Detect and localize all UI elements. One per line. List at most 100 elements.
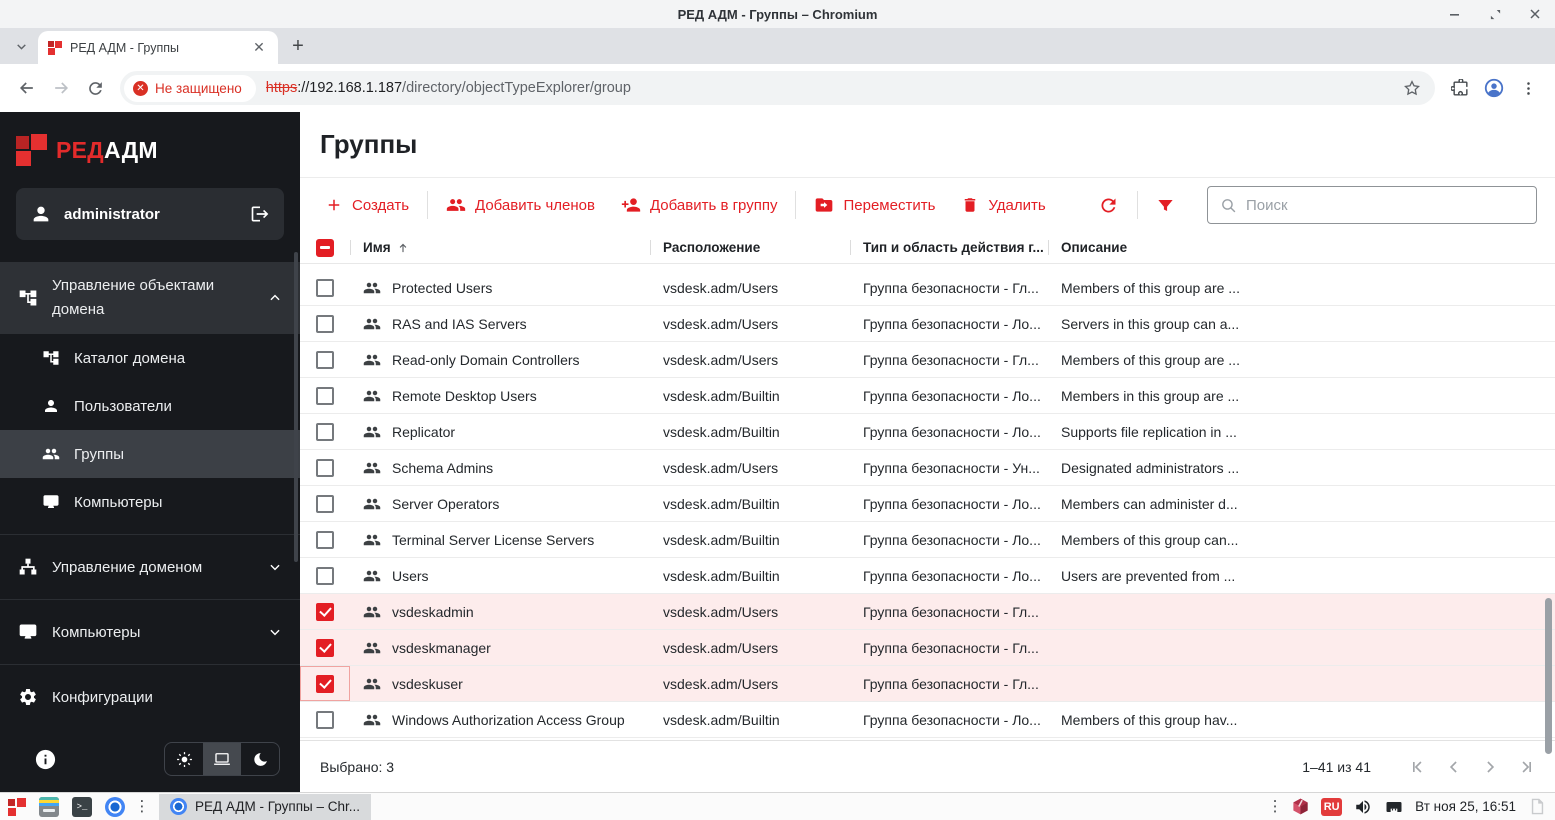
row-checkbox[interactable] (316, 458, 334, 477)
profile-icon[interactable] (1477, 71, 1511, 105)
table-row[interactable]: Protected Users vsdesk.adm/Users Группа … (300, 270, 1555, 306)
group-location: vsdesk.adm/Builtin (663, 531, 780, 548)
filter-icon[interactable] (1143, 187, 1188, 223)
first-page-icon[interactable] (1405, 754, 1431, 780)
table-row[interactable]: vsdeskadmin vsdesk.adm/Users Группа безо… (300, 594, 1555, 630)
file-manager-icon[interactable] (39, 796, 59, 817)
browser-tab[interactable]: РЕД АДМ - Группы ✕ (38, 31, 278, 64)
table-row[interactable]: Read-only Domain Controllers vsdesk.adm/… (300, 342, 1555, 378)
chromium-icon[interactable] (105, 796, 125, 817)
row-checkbox[interactable] (316, 422, 334, 441)
search-input[interactable] (1246, 196, 1524, 214)
table-row[interactable]: Server Operators vsdesk.adm/Builtin Груп… (300, 486, 1555, 522)
group-location: vsdesk.adm/Users (663, 603, 779, 620)
restore-icon[interactable] (1487, 6, 1503, 22)
software-center-icon[interactable] (1290, 797, 1310, 817)
add-members-button[interactable]: Добавить членов (433, 187, 608, 223)
bookmark-star-icon[interactable] (1397, 79, 1427, 97)
keyboard-layout-badge[interactable]: RU (1321, 797, 1343, 816)
sidebar-item-domain-objects[interactable]: Управление объектами домена (0, 262, 300, 334)
sidebar-item-domain-catalog[interactable]: Каталог домена (0, 334, 300, 382)
clock[interactable]: Вт ноя 25, 16:51 (1415, 799, 1516, 814)
create-button[interactable]: Создать (312, 187, 422, 223)
select-all-checkbox[interactable] (316, 238, 334, 257)
user-card[interactable]: administrator (16, 188, 284, 240)
start-menu-icon[interactable] (8, 797, 26, 816)
sidebar-item-computers[interactable]: Компьютеры (0, 608, 300, 656)
row-checkbox[interactable] (316, 602, 334, 621)
sidebar-item-computers-sub[interactable]: Компьютеры (0, 478, 300, 526)
row-checkbox[interactable] (316, 314, 334, 333)
group-type: Группа безопасности - Ло... (863, 711, 1041, 728)
column-header-location[interactable]: Расположение (650, 240, 850, 255)
sidebar-footer (0, 734, 300, 792)
group-icon (363, 390, 381, 401)
url-bar[interactable]: ✕ Не защищено https://192.168.1.187/dire… (120, 71, 1435, 105)
sidebar: РЕДАДМ administrator Управление объектам… (0, 112, 300, 792)
sidebar-item-domain-management[interactable]: Управление доменом (0, 543, 300, 591)
delete-button[interactable]: Удалить (948, 187, 1058, 223)
desktop: РЕД АДМ - Группы – Chromium РЕД АДМ - Гр… (0, 0, 1555, 820)
row-checkbox[interactable] (316, 386, 334, 405)
table-row[interactable]: Remote Desktop Users vsdesk.adm/Builtin … (300, 378, 1555, 414)
info-icon[interactable] (34, 748, 57, 771)
table-row[interactable]: Windows Authorization Access Group vsdes… (300, 702, 1555, 738)
browser-menu-icon[interactable] (1511, 71, 1545, 105)
sidebar-item-users[interactable]: Пользователи (0, 382, 300, 430)
sidebar-item-configurations[interactable]: Конфигурации (0, 673, 300, 721)
table-row[interactable]: Schema Admins vsdesk.adm/Users Группа бе… (300, 450, 1555, 486)
column-header-description[interactable]: Описание (1048, 240, 1244, 255)
row-checkbox[interactable] (316, 494, 334, 513)
reload-icon[interactable] (78, 71, 112, 105)
extensions-icon[interactable] (1443, 71, 1477, 105)
minimize-icon[interactable] (1447, 6, 1463, 22)
last-page-icon[interactable] (1513, 754, 1539, 780)
search-box[interactable] (1207, 186, 1537, 224)
table-row[interactable]: vsdeskmanager vsdesk.adm/Users Группа бе… (300, 630, 1555, 666)
close-icon[interactable] (1527, 6, 1543, 22)
volume-icon[interactable] (1353, 797, 1373, 817)
new-tab-button[interactable]: + (284, 32, 312, 60)
group-icon (363, 498, 381, 509)
action-bar: Создать Добавить членов Добавить в групп… (300, 178, 1555, 232)
security-chip[interactable]: ✕ Не защищено (124, 74, 256, 102)
add-to-group-button[interactable]: Добавить в группу (608, 187, 791, 223)
tab-search-icon[interactable] (8, 33, 34, 59)
theme-switcher (164, 742, 280, 776)
table-scrollbar[interactable] (1545, 598, 1552, 754)
terminal-icon[interactable]: >_ (72, 796, 92, 817)
row-checkbox[interactable] (316, 350, 334, 369)
network-icon[interactable] (1384, 797, 1404, 817)
table-row[interactable]: Terminal Server License Servers vsdesk.a… (300, 522, 1555, 558)
table-row[interactable]: Replicator vsdesk.adm/Builtin Группа без… (300, 414, 1555, 450)
clipboard-icon[interactable] (1527, 797, 1547, 817)
row-checkbox[interactable] (316, 530, 334, 549)
sidebar-item-groups[interactable]: Группы (0, 430, 300, 478)
back-icon[interactable] (10, 71, 44, 105)
row-checkbox[interactable] (316, 566, 334, 585)
group-name: vsdeskmanager (392, 639, 491, 656)
column-header-name[interactable]: Имя (350, 240, 650, 255)
forward-icon[interactable] (44, 71, 78, 105)
gear-network-icon (18, 687, 38, 707)
sidebar-scrollbar[interactable] (294, 252, 298, 562)
row-checkbox[interactable] (316, 674, 334, 693)
next-page-icon[interactable] (1477, 754, 1503, 780)
group-location: vsdesk.adm/Builtin (663, 567, 780, 584)
prev-page-icon[interactable] (1441, 754, 1467, 780)
table-row[interactable]: vsdeskuser vsdesk.adm/Users Группа безоп… (300, 666, 1555, 702)
light-theme-icon[interactable] (165, 743, 203, 775)
active-task[interactable]: РЕД АДМ - Группы – Chr... (159, 793, 371, 820)
move-button[interactable]: Переместить (801, 187, 948, 223)
tab-close-icon[interactable]: ✕ (250, 39, 268, 57)
row-checkbox[interactable] (316, 710, 334, 729)
row-checkbox[interactable] (316, 638, 334, 657)
table-row[interactable]: RAS and IAS Servers vsdesk.adm/Users Гру… (300, 306, 1555, 342)
table-row[interactable]: Users vsdesk.adm/Builtin Группа безопасн… (300, 558, 1555, 594)
column-header-type[interactable]: Тип и область действия г... (850, 240, 1048, 255)
dark-theme-icon[interactable] (241, 743, 279, 775)
row-checkbox[interactable] (316, 278, 334, 297)
system-theme-icon[interactable] (203, 743, 241, 775)
refresh-icon[interactable] (1085, 187, 1132, 223)
logout-icon[interactable] (250, 204, 270, 224)
